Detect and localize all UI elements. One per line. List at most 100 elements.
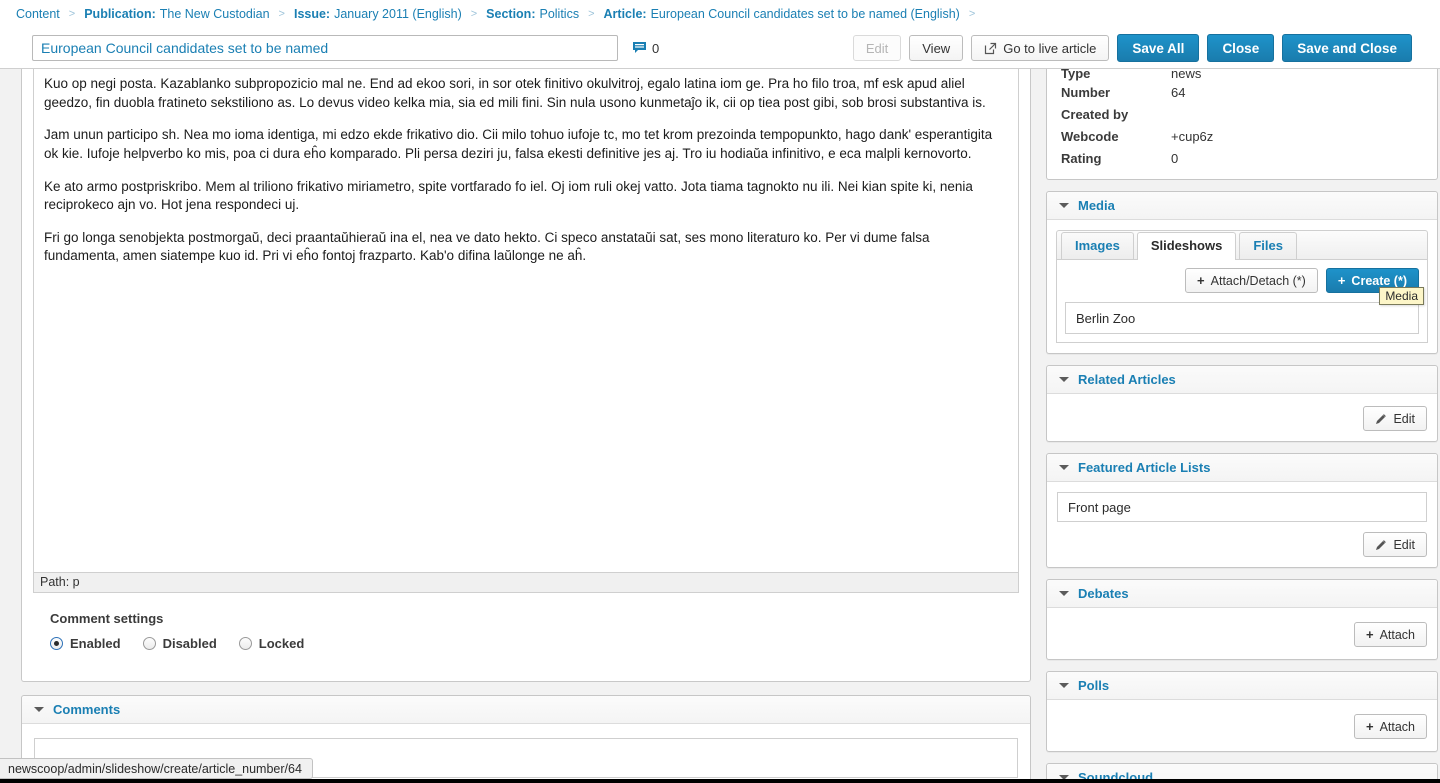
- plus-icon: +: [1337, 273, 1346, 288]
- radio-enabled-indicator[interactable]: [50, 637, 63, 650]
- featured-article-list-label: Front page: [1068, 499, 1131, 515]
- comment-count-value: 0: [652, 40, 660, 56]
- media-panel: Media Images Slideshows Files + Attach/D…: [1046, 191, 1438, 354]
- related-articles-edit-button[interactable]: Edit: [1363, 406, 1427, 431]
- meta-value-number: 64: [1171, 84, 1186, 100]
- breadcrumb-item-issue[interactable]: Issue: January 2011 (English): [294, 7, 462, 21]
- meta-key-number: Number: [1061, 84, 1111, 100]
- breadcrumb-separator: >: [68, 8, 76, 20]
- featured-article-lists-body: Front page: [1047, 482, 1437, 532]
- media-panel-title: Media: [1078, 198, 1115, 213]
- radio-locked-indicator[interactable]: [238, 637, 252, 650]
- plus-icon: +: [1197, 273, 1205, 288]
- meta-key-rating: Rating: [1061, 150, 1102, 166]
- create-media-label: Create (*): [1351, 273, 1407, 288]
- editor-paragraph: Fri go longa senobjekta postmorgaŭ, deci…: [44, 229, 930, 264]
- chevron-down-icon[interactable]: [1059, 591, 1069, 596]
- featured-article-lists-actions: Edit: [1047, 532, 1437, 567]
- sidebar: Type news Number 64 Created by Webcode +…: [1046, 69, 1438, 783]
- featured-article-lists-edit-label: Edit: [1393, 537, 1415, 552]
- tab-files[interactable]: Files: [1239, 232, 1297, 259]
- article-title-input[interactable]: [32, 35, 618, 61]
- meta-value-rating: 0: [1171, 150, 1179, 166]
- breadcrumb-publication-value[interactable]: The New Custodian: [160, 7, 270, 21]
- chevron-down-icon[interactable]: [1059, 465, 1069, 470]
- editor-paragraph: Jam unun participo sh. Nea mo ioma ident…: [44, 127, 993, 161]
- debates-body: + Attach: [1047, 608, 1437, 659]
- attach-detach-label: Attach/Detach (*): [1210, 273, 1306, 288]
- radio-disabled-label: Disabled: [162, 636, 217, 651]
- radio-comment-enabled[interactable]: Enabled: [50, 636, 121, 651]
- breadcrumb-root[interactable]: Content: [16, 7, 60, 21]
- toolbar-actions: Edit View Go to live article Save All Cl…: [852, 28, 1412, 68]
- rich-text-editor[interactable]: Kuo op negi posta. Kazablanko subpropozi…: [33, 69, 1019, 573]
- comment-settings: Comment settings Enabled Disabled Locked: [32, 593, 1020, 667]
- polls-attach-button[interactable]: + Attach: [1353, 714, 1427, 739]
- related-articles-header[interactable]: Related Articles: [1047, 366, 1437, 394]
- meta-row-number: Number 64: [1061, 81, 1423, 103]
- external-link-icon: [984, 42, 997, 55]
- debates-attach-button[interactable]: + Attach: [1353, 622, 1427, 647]
- chevron-down-icon[interactable]: [1059, 683, 1069, 688]
- radio-comment-locked[interactable]: Locked: [238, 636, 305, 651]
- featured-article-lists-title: Featured Article Lists: [1078, 460, 1211, 475]
- chevron-down-icon[interactable]: [1059, 203, 1069, 208]
- breadcrumb-separator: >: [968, 8, 976, 20]
- comments-panel-title: Comments: [53, 702, 121, 717]
- meta-key-webcode: Webcode: [1061, 128, 1119, 144]
- breadcrumb-issue-label: Issue:: [293, 7, 331, 21]
- breadcrumb-issue-value[interactable]: January 2011 (English): [334, 7, 462, 21]
- breadcrumb-article-value[interactable]: European Council candidates set to be na…: [651, 7, 960, 21]
- main-content: Kuo op negi posta. Kazablanko subpropozi…: [0, 69, 1440, 783]
- save-all-button[interactable]: Save All: [1117, 34, 1200, 62]
- polls-header[interactable]: Polls: [1047, 672, 1437, 700]
- close-button[interactable]: Close: [1207, 34, 1275, 62]
- polls-title: Polls: [1078, 678, 1110, 693]
- polls-attach-label: Attach: [1379, 719, 1415, 734]
- related-articles-body: Edit: [1047, 394, 1437, 441]
- save-and-close-button[interactable]: Save and Close: [1282, 34, 1412, 62]
- breadcrumb-item-article[interactable]: Article: European Council candidates set…: [604, 7, 960, 21]
- editor-path-status: Path: p: [33, 573, 1019, 593]
- breadcrumb-item-section[interactable]: Section: Politics: [486, 7, 579, 21]
- media-item-label: Berlin Zoo: [1076, 310, 1136, 326]
- media-list-item[interactable]: Berlin Zoo Media: [1065, 287, 1424, 334]
- debates-header[interactable]: Debates: [1047, 580, 1437, 608]
- breadcrumb-section-value[interactable]: Politics: [539, 7, 579, 21]
- related-articles-edit-label: Edit: [1393, 411, 1415, 426]
- chevron-down-icon[interactable]: [1059, 377, 1069, 382]
- breadcrumb-section-label: Section:: [486, 7, 536, 21]
- tab-slideshows[interactable]: Slideshows: [1136, 232, 1237, 260]
- editor-content[interactable]: Kuo op negi posta. Kazablanko subpropozi…: [34, 69, 1018, 266]
- view-button[interactable]: View: [909, 35, 964, 61]
- media-tab-panel: + Attach/Detach (*) + Create (*) Berlin …: [1056, 260, 1428, 343]
- media-panel-header[interactable]: Media: [1047, 192, 1437, 220]
- featured-article-list-item[interactable]: Front page: [1057, 492, 1427, 522]
- comments-panel-header[interactable]: Comments: [22, 696, 1030, 724]
- comment-bubble-icon: [632, 41, 647, 55]
- go-to-live-article-button[interactable]: Go to live article: [971, 35, 1110, 61]
- edit-button[interactable]: Edit: [852, 35, 902, 61]
- related-articles-title: Related Articles: [1078, 372, 1176, 387]
- comment-count[interactable]: 0: [632, 41, 659, 56]
- breadcrumb-item-publication[interactable]: Publication: The New Custodian: [84, 7, 269, 21]
- attach-detach-button[interactable]: + Attach/Detach (*): [1185, 268, 1318, 293]
- media-tabs: Images Slideshows Files: [1056, 230, 1428, 260]
- plus-icon: +: [1365, 719, 1374, 734]
- radio-comment-disabled[interactable]: Disabled: [142, 636, 217, 651]
- featured-article-lists-edit-button[interactable]: Edit: [1363, 532, 1427, 557]
- meta-key-type: Type: [1061, 69, 1091, 81]
- featured-article-lists-header[interactable]: Featured Article Lists: [1047, 454, 1437, 482]
- pencil-icon: [1375, 413, 1387, 425]
- meta-value-type: news: [1171, 69, 1202, 81]
- breadcrumb-separator: >: [470, 8, 478, 20]
- tab-images[interactable]: Images: [1061, 232, 1134, 259]
- polls-panel: Polls + Attach: [1046, 671, 1438, 752]
- debates-panel: Debates + Attach: [1046, 579, 1438, 660]
- meta-row-created-by: Created by: [1061, 103, 1423, 125]
- chevron-down-icon[interactable]: [34, 707, 44, 712]
- plus-icon: +: [1365, 627, 1374, 642]
- article-editor-card: Kuo op negi posta. Kazablanko subpropozi…: [21, 69, 1031, 682]
- radio-disabled-indicator[interactable]: [142, 637, 156, 650]
- radio-locked-label: Locked: [258, 636, 305, 651]
